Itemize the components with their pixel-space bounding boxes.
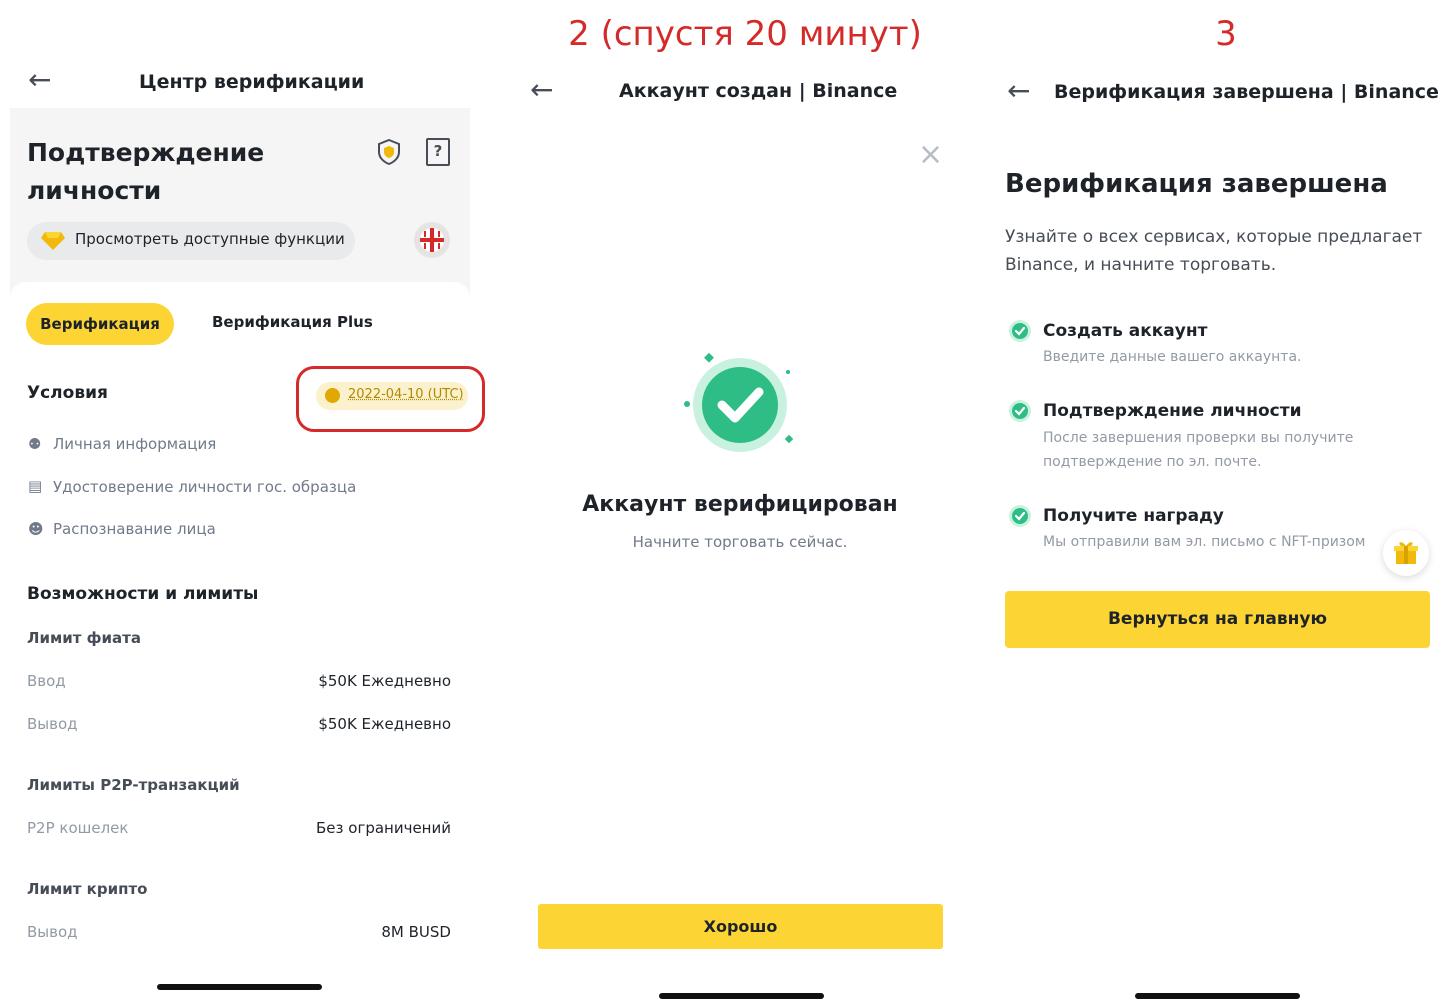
gift-icon[interactable] xyxy=(1383,530,1429,576)
fiat-deposit-label: Ввод xyxy=(27,672,66,690)
step-identity-desc: После завершения проверки вы получите по… xyxy=(1043,430,1354,470)
page-title: Аккаунт создан | Binance xyxy=(619,80,898,102)
step-reward-title: Получите награду xyxy=(1043,506,1224,526)
step-reward-desc: Мы отправили вам эл. письмо с NFT-призом xyxy=(1043,534,1366,550)
home-indicator xyxy=(1135,993,1300,999)
close-icon[interactable]: × xyxy=(918,140,943,170)
step-create-account-desc: Введите данные вашего аккаунта. xyxy=(1043,349,1302,365)
conditions-title: Условия xyxy=(27,383,108,403)
shield-icon[interactable] xyxy=(377,139,401,165)
crypto-withdraw-value: 8M BUSD xyxy=(381,923,451,941)
requirement-id-document: Удостоверение личности гос. образца xyxy=(53,478,357,496)
ok-button[interactable]: Хорошо xyxy=(538,904,943,949)
requirement-face-recognition: Распознавание лица xyxy=(53,520,216,538)
id-card-icon: ▤ xyxy=(28,477,43,495)
crypto-limit-title: Лимит крипто xyxy=(27,880,148,898)
check-circle-icon xyxy=(1009,400,1031,422)
check-circle-icon xyxy=(1009,320,1031,342)
requirement-personal-info: Личная информация xyxy=(53,435,217,453)
face-icon: ☻ xyxy=(28,520,44,538)
flag-icon[interactable] xyxy=(414,222,450,258)
p2p-limit-title: Лимиты P2P-транзакций xyxy=(27,776,240,794)
success-check-icon xyxy=(684,352,794,452)
step-identity-title: Подтверждение личности xyxy=(1043,401,1302,421)
crypto-withdraw-label: Вывод xyxy=(27,923,78,941)
completed-description: Узнайте о всех сервисах, которые предлаг… xyxy=(1005,227,1423,275)
limits-title: Возможности и лимиты xyxy=(27,584,259,604)
completed-title: Верификация завершена xyxy=(1005,169,1388,199)
fiat-limit-title: Лимит фиата xyxy=(27,629,141,647)
annotation-circle xyxy=(296,366,485,432)
p2p-wallet-value: Без ограничений xyxy=(316,819,451,837)
page-title: Центр верификации xyxy=(139,71,365,93)
back-arrow-icon[interactable]: ← xyxy=(1007,77,1030,105)
fiat-deposit-value: $50K Ежедневно xyxy=(318,672,451,690)
tab-verification[interactable]: Верификация xyxy=(26,303,174,345)
verified-subtitle: Начните торговать сейчас. xyxy=(632,533,848,551)
step-label-3: 3 xyxy=(1215,14,1237,54)
return-home-button[interactable]: Вернуться на главную xyxy=(1005,591,1430,648)
home-indicator xyxy=(659,993,824,999)
check-circle-icon xyxy=(1009,505,1031,527)
step-create-account-title: Создать аккаунт xyxy=(1043,321,1208,341)
diamond-icon xyxy=(41,232,65,250)
view-features-label: Просмотреть доступные функции xyxy=(75,230,345,248)
p2p-wallet-label: P2P кошелек xyxy=(27,819,129,837)
verified-title: Аккаунт верифицирован xyxy=(582,492,898,517)
back-arrow-icon[interactable]: ← xyxy=(28,66,51,94)
identity-heading: Подтверждение личности xyxy=(27,138,265,205)
fiat-withdraw-value: $50K Ежедневно xyxy=(318,715,451,733)
page-title: Верификация завершена | Binance xyxy=(1054,81,1439,103)
person-info-icon: ⚉ xyxy=(28,435,42,453)
help-icon[interactable]: ? xyxy=(426,138,450,166)
back-arrow-icon[interactable]: ← xyxy=(530,76,553,104)
step-label-2: 2 (спустя 20 минут) xyxy=(568,14,922,54)
fiat-withdraw-label: Вывод xyxy=(27,715,78,733)
home-indicator xyxy=(157,984,322,990)
tab-verification-plus[interactable]: Верификация Plus xyxy=(212,313,373,331)
